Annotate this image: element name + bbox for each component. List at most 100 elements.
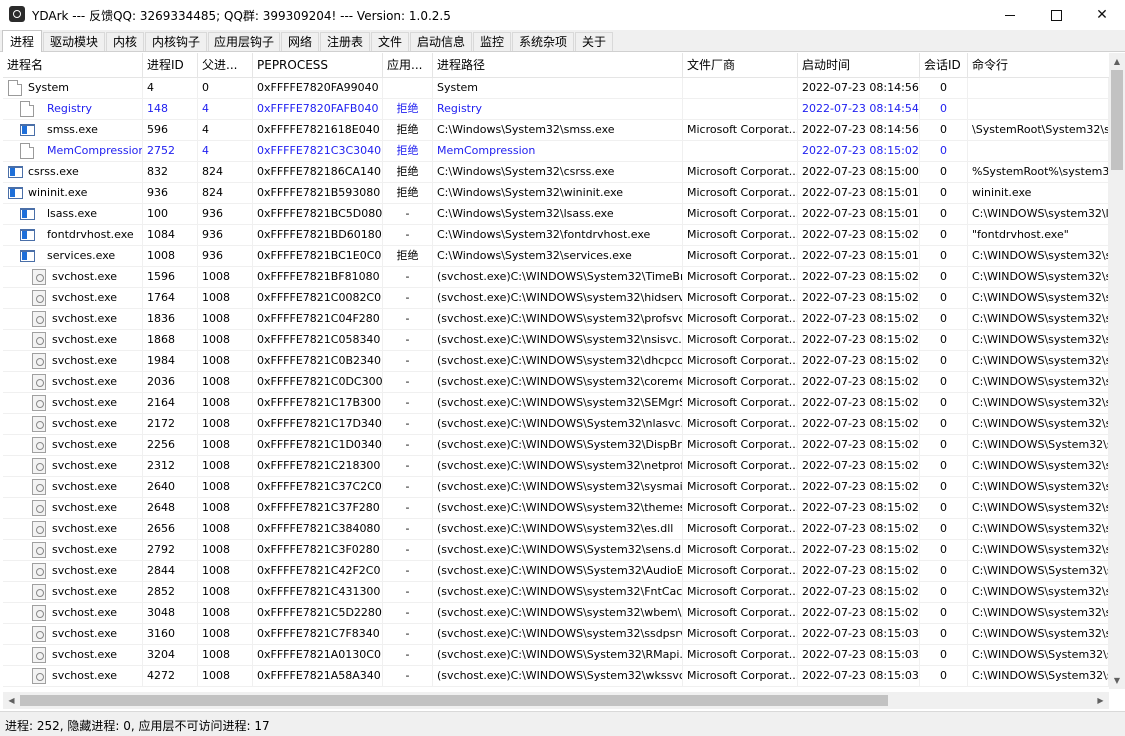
tab-kernel-hooks[interactable]: 内核钩子 <box>145 32 207 51</box>
cell-time: 2022-07-23 08:15:02 <box>798 393 920 413</box>
table-row[interactable]: System 4 0 0xFFFFE7820FA99040 System 2022-07-… <box>3 78 1109 99</box>
cell-cmd: C:\WINDOWS\System32\svchost.exe <box>968 666 1109 686</box>
table-row[interactable]: lsass.exe 100 936 0xFFFFE7821BC5D080- C:\Win… <box>3 204 1109 225</box>
table-row[interactable]: svchost.exe 2792 1008 0xFFFFE7821C3F0280- (s… <box>3 540 1109 561</box>
table-row[interactable]: svchost.exe 1764 1008 0xFFFFE7821C0082C0- (s… <box>3 288 1109 309</box>
table-row[interactable]: services.exe 1008 936 0xFFFFE7821BC1E0C0 拒绝 C… <box>3 246 1109 267</box>
maximize-button[interactable] <box>1033 0 1079 30</box>
cell-app: - <box>383 330 433 350</box>
table-row[interactable]: svchost.exe 3204 1008 0xFFFFE7821A0130C0- (s… <box>3 645 1109 666</box>
col-app-access[interactable]: 应用... <box>383 53 433 77</box>
cell-path: C:\Windows\System32\wininit.exe <box>433 183 683 203</box>
cell-pid: 148 <box>143 99 198 119</box>
table-row[interactable]: svchost.exe 3048 1008 0xFFFFE7821C5D2280- (s… <box>3 603 1109 624</box>
cell-path: (svchost.exe)C:\WINDOWS\system32\profsvc… <box>433 309 683 329</box>
cell-vendor: Microsoft Corporat... <box>683 561 798 581</box>
vertical-scrollbar[interactable]: ▲ ▼ <box>1109 53 1125 689</box>
table-row[interactable]: wininit.exe 936 824 0xFFFFE7821B593080 拒绝 C:\… <box>3 183 1109 204</box>
cell-cmd: C:\WINDOWS\system32\svchost.exe <box>968 582 1109 602</box>
table-row[interactable]: Registry 148 4 0xFFFFE7820FAFB040 拒绝 Registry… <box>3 99 1109 120</box>
tab-registry[interactable]: 注册表 <box>320 32 370 51</box>
table-row[interactable]: svchost.exe 2256 1008 0xFFFFE7821C1D0340- (s… <box>3 435 1109 456</box>
cell-vendor: Microsoft Corporat... <box>683 267 798 287</box>
cell-vendor <box>683 99 798 119</box>
cell-peprocess: 0xFFFFE7821B593080 <box>253 183 383 203</box>
tab-app-hooks[interactable]: 应用层钩子 <box>208 32 280 51</box>
horizontal-scroll-thumb[interactable] <box>20 695 888 706</box>
tab-monitor[interactable]: 监控 <box>473 32 511 51</box>
cell-name: csrss.exe <box>3 162 143 182</box>
cell-vendor: Microsoft Corporat... <box>683 288 798 308</box>
vertical-scroll-thumb[interactable] <box>1111 70 1123 170</box>
table-row[interactable]: svchost.exe 2036 1008 0xFFFFE7821C0DC300- (s… <box>3 372 1109 393</box>
cell-vendor <box>683 141 798 161</box>
scroll-up-icon[interactable]: ▲ <box>1109 53 1125 70</box>
col-pid[interactable]: 进程ID <box>143 53 198 77</box>
table-row[interactable]: svchost.exe 2312 1008 0xFFFFE7821C218300- (s… <box>3 456 1109 477</box>
table-row[interactable]: smss.exe 596 4 0xFFFFE7821618E040 拒绝 C:\Windo… <box>3 120 1109 141</box>
tab-kernel[interactable]: 内核 <box>106 32 144 51</box>
table-row[interactable]: svchost.exe 2640 1008 0xFFFFE7821C37C2C0- (s… <box>3 477 1109 498</box>
minimize-button[interactable] <box>987 0 1033 30</box>
col-session-id[interactable]: 会话ID <box>920 53 968 77</box>
close-button[interactable]: ✕ <box>1079 0 1125 30</box>
tab-driver-modules[interactable]: 驱动模块 <box>43 32 105 51</box>
table-row[interactable]: fontdrvhost.exe 1084 936 0xFFFFE7821BD60180… <box>3 225 1109 246</box>
col-vendor[interactable]: 文件厂商 <box>683 53 798 77</box>
cell-pid: 3204 <box>143 645 198 665</box>
tab-startup[interactable]: 启动信息 <box>410 32 472 51</box>
scroll-left-icon[interactable]: ◀ <box>3 692 20 709</box>
cell-app: 拒绝 <box>383 183 433 203</box>
tab-file[interactable]: 文件 <box>371 32 409 51</box>
col-peprocess[interactable]: PEPROCESS <box>253 53 383 77</box>
table-row[interactable]: svchost.exe 2656 1008 0xFFFFE7821C384080- (s… <box>3 519 1109 540</box>
app-icon <box>9 6 25 22</box>
service-icon <box>32 479 46 495</box>
col-process-name[interactable]: 进程名 <box>3 53 143 77</box>
col-cmdline[interactable]: 命令行 <box>968 53 1109 77</box>
cell-name: fontdrvhost.exe <box>3 225 143 245</box>
tab-misc[interactable]: 系统杂项 <box>512 32 574 51</box>
cell-time: 2022-07-23 08:15:02 <box>798 267 920 287</box>
process-name: fontdrvhost.exe <box>47 228 134 241</box>
table-row[interactable]: svchost.exe 2648 1008 0xFFFFE7821C37F280- (s… <box>3 498 1109 519</box>
table-row[interactable]: svchost.exe 1836 1008 0xFFFFE7821C04F280- (s… <box>3 309 1109 330</box>
cell-pid: 3048 <box>143 603 198 623</box>
table-row[interactable]: MemCompression 2752 4 0xFFFFE7821C3C3040 拒绝 M… <box>3 141 1109 162</box>
col-start-time[interactable]: 启动时间 <box>798 53 920 77</box>
service-icon <box>32 395 46 411</box>
tab-about[interactable]: 关于 <box>575 32 613 51</box>
table-row[interactable]: svchost.exe 3160 1008 0xFFFFE7821C7F8340- (s… <box>3 624 1109 645</box>
col-ppid[interactable]: 父进... <box>198 53 253 77</box>
cell-app: - <box>383 225 433 245</box>
cell-time: 2022-07-23 08:14:56 <box>798 120 920 140</box>
scroll-down-icon[interactable]: ▼ <box>1109 672 1125 689</box>
tab-process[interactable]: 进程 <box>2 30 42 52</box>
process-name: svchost.exe <box>52 669 118 682</box>
col-path[interactable]: 进程路径 <box>433 53 683 77</box>
table-row[interactable]: csrss.exe 832 824 0xFFFFE782186CA140 拒绝 C:\Wi… <box>3 162 1109 183</box>
cell-session: 0 <box>920 624 968 644</box>
cell-session: 0 <box>920 435 968 455</box>
scroll-right-icon[interactable]: ▶ <box>1092 692 1109 709</box>
table-row[interactable]: svchost.exe 1984 1008 0xFFFFE7821C0B2340- (s… <box>3 351 1109 372</box>
cell-ppid: 0 <box>198 78 253 98</box>
horizontal-scrollbar[interactable]: ◀ ▶ <box>3 692 1109 709</box>
cell-peprocess: 0xFFFFE7821C058340 <box>253 330 383 350</box>
cell-vendor: Microsoft Corporat... <box>683 393 798 413</box>
table-row[interactable]: svchost.exe 1596 1008 0xFFFFE7821BF81080- (s… <box>3 267 1109 288</box>
cell-ppid: 1008 <box>198 519 253 539</box>
cell-time: 2022-07-23 08:15:03 <box>798 666 920 686</box>
tab-network[interactable]: 网络 <box>281 32 319 51</box>
table-row[interactable]: svchost.exe 2844 1008 0xFFFFE7821C42F2C0- (s… <box>3 561 1109 582</box>
table-row[interactable]: svchost.exe 1868 1008 0xFFFFE7821C058340- (s… <box>3 330 1109 351</box>
table-row[interactable]: svchost.exe 2172 1008 0xFFFFE7821C17D340- (s… <box>3 414 1109 435</box>
cell-name: svchost.exe <box>3 330 143 350</box>
table-row[interactable]: svchost.exe 2164 1008 0xFFFFE7821C17B300- (s… <box>3 393 1109 414</box>
cell-name: services.exe <box>3 246 143 266</box>
table-row[interactable]: svchost.exe 2852 1008 0xFFFFE7821C431300- (s… <box>3 582 1109 603</box>
cell-pid: 4272 <box>143 666 198 686</box>
cell-pid: 4 <box>143 78 198 98</box>
table-row[interactable]: svchost.exe 4272 1008 0xFFFFE7821A58A340- (s… <box>3 666 1109 687</box>
cell-ppid: 1008 <box>198 603 253 623</box>
